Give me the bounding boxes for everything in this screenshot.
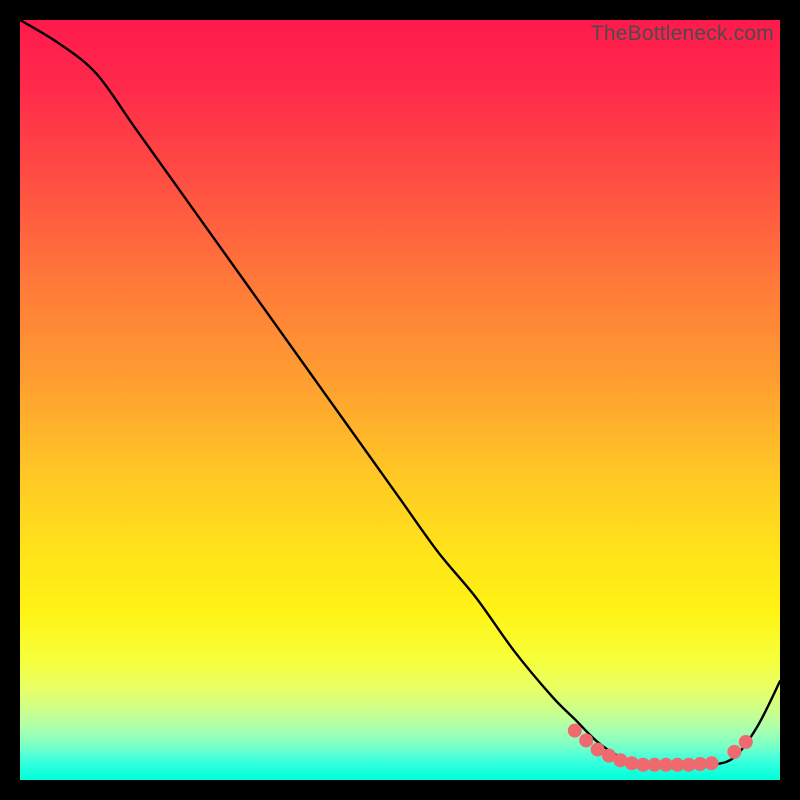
marker-dot — [739, 735, 753, 749]
marker-dot — [705, 756, 719, 770]
plot-area: TheBottleneck.com — [20, 20, 780, 780]
marker-dot — [727, 745, 741, 759]
marker-group — [568, 724, 753, 772]
chart-frame: TheBottleneck.com — [0, 0, 800, 800]
marker-dot — [579, 733, 593, 747]
marker-dot — [568, 724, 582, 738]
curve-svg — [20, 20, 780, 780]
curve-path — [20, 20, 780, 765]
